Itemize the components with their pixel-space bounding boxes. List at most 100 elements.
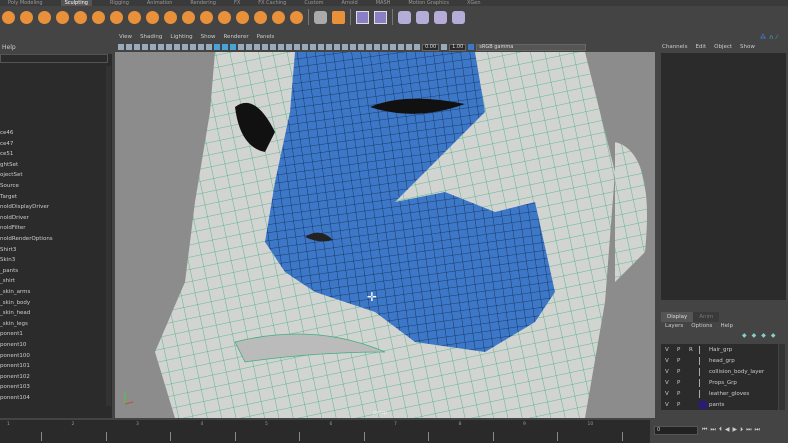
viewport-tool-icon[interactable] [214,44,220,50]
sculpt-tool-icon[interactable] [38,10,51,24]
viewport-tool-icon[interactable] [166,44,172,50]
panel-toggle-icons[interactable]: ⁂ ∩ ⁄ [760,34,777,41]
outliner-item[interactable]: noldDriver [0,215,29,221]
freeze-icon[interactable] [332,10,345,24]
layer-row[interactable]: V P R Hair_grp [661,344,778,355]
time-slider[interactable]: 1 2 3 4 5 6 7 8 9 10 [0,420,650,443]
sculpt-tool-icon[interactable] [236,10,249,24]
viewport-menu-shading[interactable]: Shading [140,33,162,42]
layer-row[interactable]: V Pleather_gloves [661,388,778,399]
viewport-tool-icon[interactable] [150,44,156,50]
viewport-tool-icon[interactable] [342,44,348,50]
playback-toggle[interactable]: P [673,402,685,408]
outliner-item[interactable]: ponent101 [0,363,30,369]
viewport-tool-icon[interactable] [270,44,276,50]
viewport-tool-icon[interactable] [398,44,404,50]
viewport-tool-icon[interactable] [230,44,236,50]
sculpt-tool-icon[interactable] [146,10,159,24]
viewport-tool-icon[interactable] [142,44,148,50]
viewport-menu-panels[interactable]: Panels [257,33,275,42]
outliner-item[interactable]: Target [0,194,17,200]
playback-button[interactable]: ⏭ [710,426,715,434]
playback-button[interactable]: ⏭ [746,426,751,434]
new-layer-icon[interactable]: ◆ [742,332,747,339]
channel-menu-channels[interactable]: Channels [662,44,687,50]
viewport-tool-icon[interactable] [126,44,132,50]
visibility-toggle[interactable]: V [661,369,673,375]
viewport-tool-icon[interactable] [262,44,268,50]
layer-tab-display[interactable]: Display [661,312,694,322]
outliner-item[interactable]: _pants [0,268,18,274]
layer-name[interactable]: collision_body_layer [707,369,764,375]
viewport-tool-icon[interactable] [286,44,292,50]
viewport-tool-icon[interactable] [190,44,196,50]
viewport-tool-icon[interactable] [350,44,356,50]
playback-button[interactable]: ⏴ [719,426,722,434]
layer-row[interactable]: V Phead_grp [661,355,778,366]
layer-color-swatch[interactable] [699,356,707,365]
layer-menu-options[interactable]: Options [691,323,712,329]
sculpt-settings-icon[interactable] [314,10,327,24]
outliner-item[interactable]: _shirt [0,278,15,284]
playback-toggle[interactable]: P [673,347,685,353]
sculpt-tool-icon[interactable] [128,10,141,24]
layer-tab-anim[interactable]: Anim [693,312,720,322]
gamma-field[interactable]: 1.00 [449,43,467,51]
playback-toggle[interactable]: P [673,358,685,364]
viewport-tool-icon[interactable] [158,44,164,50]
viewport-tool-icon[interactable] [334,44,340,50]
outliner-item[interactable]: ponent100 [0,353,30,359]
viewport-tool-icon[interactable] [326,44,332,50]
outliner-item[interactable]: Shirt3 [0,247,16,253]
layer-color-swatch[interactable] [699,378,707,387]
viewport-tool-icon[interactable] [358,44,364,50]
sculpt-tool-icon[interactable] [56,10,69,24]
layer-row[interactable]: V Ppants [661,399,778,410]
playback-button[interactable]: ⏮ [702,426,707,434]
viewport-menu-show[interactable]: Show [201,33,216,42]
visibility-toggle[interactable]: V [661,380,673,386]
color-space-dropdown[interactable]: sRGB gamma [476,43,587,51]
layer-up-icon[interactable]: ◆ [761,332,766,339]
blend-tool-icon[interactable] [416,10,429,24]
layer-name[interactable]: Hair_grp [707,347,732,353]
viewport-menu-renderer[interactable]: Renderer [223,33,248,42]
layer-name[interactable]: leather_gloves [707,391,749,397]
blend-tool-icon[interactable] [398,10,411,24]
sculpt-tool-icon[interactable] [20,10,33,24]
sculpt-tool-icon[interactable] [110,10,123,24]
outliner-menu-help[interactable]: Help [0,40,112,54]
pose-icon[interactable] [374,10,387,24]
visibility-toggle[interactable]: V [661,391,673,397]
3d-viewport[interactable]: persp ✛ [115,52,655,418]
playback-toggle[interactable]: P [673,369,685,375]
channel-menu-show[interactable]: Show [740,44,755,50]
playback-toggle[interactable]: P [673,380,685,386]
current-frame-field[interactable]: 0 [654,426,698,435]
blend-tool-icon[interactable] [452,10,465,24]
layer-color-swatch[interactable] [699,367,707,376]
sculpt-tool-icon[interactable] [218,10,231,24]
outliner-item[interactable]: ce47 [0,141,13,147]
visibility-toggle[interactable]: V [661,347,673,353]
playback-toggle[interactable]: P [673,391,685,397]
layer-row[interactable]: V Pcollision_body_layer [661,366,778,377]
viewport-tool-icon[interactable] [246,44,252,50]
sculpt-tool-icon[interactable] [254,10,267,24]
layer-name[interactable]: head_grp [707,358,735,364]
display-type-toggle[interactable]: R [685,347,699,353]
viewport-tool-icon[interactable] [222,44,228,50]
visibility-toggle[interactable]: V [661,358,673,364]
layer-scrollbar[interactable] [779,344,785,410]
layer-color-swatch[interactable] [699,400,707,409]
viewport-tool-icon[interactable] [374,44,380,50]
outliner-item[interactable]: _skin_legs [0,321,28,327]
sculpt-tool-icon[interactable] [164,10,177,24]
playback-button[interactable]: ▶ [732,426,737,434]
visibility-toggle[interactable]: V [661,402,673,408]
attribute-editor-icon[interactable]: ⁂ [760,34,766,41]
modeling-toolkit-icon[interactable]: ⁄ [776,34,777,41]
layer-name[interactable]: Props_Grp [707,380,737,386]
outliner-scrollbar[interactable] [106,66,111,406]
sculpt-tool-icon[interactable] [182,10,195,24]
